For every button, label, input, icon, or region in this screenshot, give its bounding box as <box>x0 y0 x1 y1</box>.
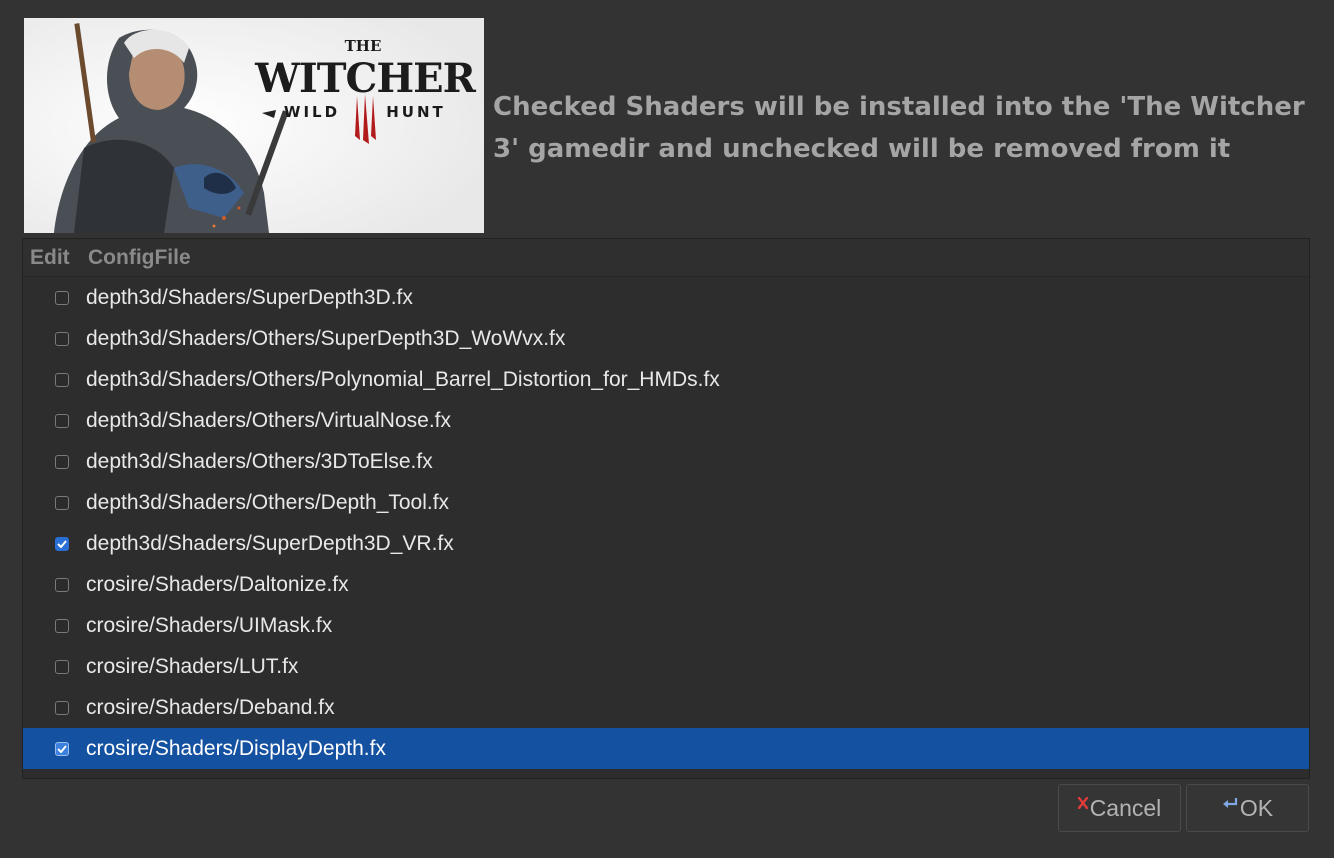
checkmark-icon <box>56 744 67 753</box>
config-file-path: depth3d/Shaders/Others/Depth_Tool.fx <box>86 490 450 514</box>
table-row[interactable]: crosire/Shaders/DisplayDepth.fx <box>23 728 1309 769</box>
shader-checkbox[interactable] <box>54 700 69 715</box>
svg-text:THE: THE <box>345 37 382 55</box>
edit-cell <box>23 536 86 551</box>
edit-cell <box>23 577 86 592</box>
shader-checkbox[interactable] <box>54 741 69 756</box>
table-row[interactable]: depth3d/Shaders/SuperDepth3D_VR.fx <box>23 523 1309 564</box>
table-row[interactable]: depth3d/Shaders/Others/SuperDepth3D_WoWv… <box>23 318 1309 359</box>
svg-text:WILD: WILD <box>284 103 340 121</box>
config-file-path: depth3d/Shaders/Others/Polynomial_Barrel… <box>86 367 720 391</box>
config-file-path: crosire/Shaders/UIMask.fx <box>86 613 333 637</box>
ok-button-label: OK <box>1239 794 1274 821</box>
shader-checkbox[interactable] <box>54 495 69 510</box>
edit-cell <box>23 659 86 674</box>
shader-checkbox[interactable] <box>54 536 69 551</box>
witcher-artwork: THE WITCHER WILD HUNT <box>24 18 484 233</box>
config-file-path: depth3d/Shaders/Others/3DToElse.fx <box>86 449 433 473</box>
table-row[interactable]: crosire/Shaders/Daltonize.fx <box>23 564 1309 605</box>
config-file-path: depth3d/Shaders/Others/VirtualNose.fx <box>86 408 451 432</box>
edit-cell <box>23 454 86 469</box>
instruction-text: Checked Shaders will be installed into t… <box>493 92 1305 164</box>
svg-text:HUNT: HUNT <box>386 103 446 121</box>
table-row[interactable]: depth3d/Shaders/Others/3DToElse.fx <box>23 441 1309 482</box>
config-file-path: crosire/Shaders/DisplayDepth.fx <box>86 736 386 760</box>
shader-checkbox[interactable] <box>54 290 69 305</box>
edit-cell <box>23 331 86 346</box>
shader-table: Edit ConfigFile depth3d/Shaders/SuperDep… <box>22 238 1310 779</box>
cancel-button[interactable]: Cancel <box>1058 784 1181 832</box>
shader-checkbox[interactable] <box>54 659 69 674</box>
column-header-configfile[interactable]: ConfigFile <box>88 246 191 270</box>
config-file-path: crosire/Shaders/LUT.fx <box>86 654 299 678</box>
config-file-path: crosire/Shaders/Daltonize.fx <box>86 572 349 596</box>
config-file-path: depth3d/Shaders/SuperDepth3D_VR.fx <box>86 531 454 555</box>
shader-checkbox[interactable] <box>54 577 69 592</box>
table-row[interactable]: depth3d/Shaders/SuperDepth3D.fx <box>23 277 1309 318</box>
edit-cell <box>23 495 86 510</box>
ok-button[interactable]: OK <box>1186 784 1309 832</box>
config-file-path: crosire/Shaders/Deband.fx <box>86 695 335 719</box>
shader-checkbox[interactable] <box>54 413 69 428</box>
table-row[interactable]: depth3d/Shaders/Others/VirtualNose.fx <box>23 400 1309 441</box>
config-file-path: depth3d/Shaders/SuperDepth3D.fx <box>86 285 413 309</box>
shader-checkbox[interactable] <box>54 331 69 346</box>
column-header-edit[interactable]: Edit <box>23 246 88 270</box>
edit-cell <box>23 618 86 633</box>
edit-cell <box>23 700 86 715</box>
svg-text:WITCHER: WITCHER <box>254 55 477 102</box>
edit-cell <box>23 372 86 387</box>
table-row[interactable]: crosire/Shaders/Deband.fx <box>23 687 1309 728</box>
table-header: Edit ConfigFile <box>23 239 1309 277</box>
edit-cell <box>23 741 86 756</box>
edit-cell <box>23 413 86 428</box>
game-banner-image: THE WITCHER WILD HUNT <box>24 18 484 233</box>
table-body: depth3d/Shaders/SuperDepth3D.fx depth3d/S… <box>23 277 1309 769</box>
enter-arrow-icon <box>1222 788 1238 815</box>
shader-checkbox[interactable] <box>54 454 69 469</box>
checkmark-icon <box>56 539 67 548</box>
edit-cell <box>23 290 86 305</box>
table-row[interactable]: crosire/Shaders/UIMask.fx <box>23 605 1309 646</box>
table-row[interactable]: crosire/Shaders/LUT.fx <box>23 646 1309 687</box>
cancel-button-label: Cancel <box>1089 794 1162 821</box>
table-row[interactable]: depth3d/Shaders/Others/Depth_Tool.fx <box>23 482 1309 523</box>
shader-checkbox[interactable] <box>54 372 69 387</box>
config-file-path: depth3d/Shaders/Others/SuperDepth3D_WoWv… <box>86 326 566 350</box>
x-icon <box>1077 788 1088 815</box>
shader-checkbox[interactable] <box>54 618 69 633</box>
table-row[interactable]: depth3d/Shaders/Others/Polynomial_Barrel… <box>23 359 1309 400</box>
